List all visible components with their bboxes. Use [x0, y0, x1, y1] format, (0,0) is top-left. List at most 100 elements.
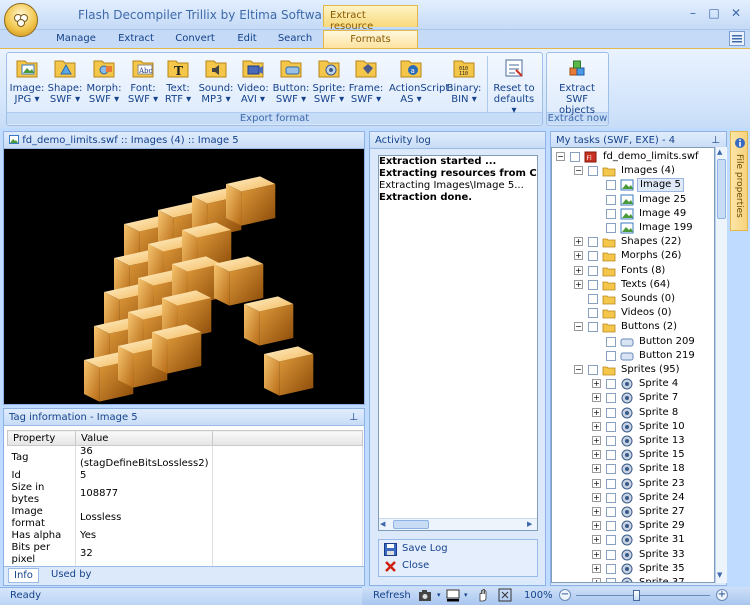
zoom-in-button[interactable]: + — [716, 589, 728, 601]
tree-item[interactable]: + Texts (64) — [552, 278, 714, 292]
expand-icon[interactable]: + — [592, 436, 601, 445]
tree-checkbox[interactable] — [606, 492, 616, 503]
tree-item[interactable]: + Sprite 27 — [552, 505, 714, 519]
tree-item[interactable]: + Shapes (22) — [552, 235, 714, 249]
tab-search[interactable]: Search — [272, 30, 318, 48]
table-row[interactable]: Image format Lossless — [7, 506, 363, 530]
tree-item[interactable]: Image 49 — [552, 207, 714, 221]
expand-icon[interactable]: + — [592, 563, 601, 573]
binary-format-button[interactable]: 010 110 Binary: BIN ▾ — [446, 56, 482, 114]
tree-checkbox[interactable] — [606, 223, 616, 233]
tree-checkbox[interactable] — [606, 450, 616, 461]
tree-item[interactable]: − Images (4) — [552, 164, 714, 178]
tree-item[interactable]: + Sprite 10 — [552, 420, 714, 434]
scroll-right-icon[interactable]: ▶ — [527, 520, 536, 529]
zoom-out-button[interactable]: − — [559, 589, 571, 601]
tree-item[interactable]: − Buttons (2) — [552, 320, 714, 334]
tree-checkbox[interactable] — [588, 308, 598, 319]
expand-icon[interactable]: + — [592, 421, 601, 431]
tree-item[interactable]: + Sprite 8 — [552, 406, 714, 420]
sound-format-button[interactable]: Sound: MP3 ▾ — [198, 56, 234, 114]
tab-convert[interactable]: Convert — [168, 30, 222, 48]
expand-icon[interactable]: + — [592, 492, 601, 502]
tree-checkbox[interactable] — [606, 208, 616, 219]
tree-item[interactable]: + Sprite 29 — [552, 519, 714, 533]
tree-checkbox[interactable] — [588, 322, 598, 333]
color-dropdown-icon[interactable]: ▾ — [464, 591, 468, 599]
tree-item[interactable]: + Sprite 35 — [552, 562, 714, 576]
tree-checkbox[interactable] — [606, 336, 616, 347]
tree-checkbox[interactable] — [606, 521, 616, 532]
shape-format-button[interactable]: Shape: SWF ▾ — [47, 56, 83, 114]
expand-icon[interactable]: + — [592, 549, 601, 559]
collapse-icon[interactable]: − — [574, 166, 583, 176]
tree-item[interactable]: Sounds (0) — [552, 292, 714, 306]
tree-item[interactable]: − Sprites (95) — [552, 363, 714, 377]
tree-item[interactable]: Button 219 — [552, 349, 714, 363]
tab-info[interactable]: Info — [8, 568, 39, 583]
tree-checkbox[interactable] — [588, 365, 598, 375]
maximize-button[interactable]: □ — [705, 6, 723, 22]
sprite-format-button[interactable]: Sprite: SWF ▾ — [311, 56, 347, 114]
tree-checkbox[interactable] — [606, 549, 616, 560]
tab-edit[interactable]: Edit — [228, 30, 266, 48]
tree-checkbox[interactable] — [606, 407, 616, 418]
reset-defaults-button[interactable]: Reset to defaults ▾ — [493, 56, 535, 116]
tab-formats[interactable]: Formats — [323, 30, 418, 48]
tree-checkbox[interactable] — [606, 464, 616, 475]
collapse-icon[interactable]: − — [574, 322, 583, 332]
tree-item[interactable]: + Sprite 23 — [552, 477, 714, 491]
log-horizontal-scrollbar[interactable]: ◀ ▶ — [379, 518, 537, 530]
tree-item[interactable]: Image 25 — [552, 193, 714, 207]
options-icon[interactable] — [729, 31, 745, 46]
tree-checkbox[interactable] — [570, 152, 580, 162]
tree-checkbox[interactable] — [606, 478, 616, 489]
refresh-button[interactable]: Refresh — [373, 590, 411, 601]
zoom-slider-track[interactable] — [576, 595, 710, 596]
fit-to-window-icon[interactable] — [498, 588, 512, 602]
application-menu-button[interactable] — [4, 3, 38, 37]
actionscript-format-button[interactable]: a ActionScript: AS ▾ — [389, 56, 453, 114]
table-row[interactable]: Id 5 — [7, 470, 363, 482]
tree-item[interactable]: + Sprite 4 — [552, 377, 714, 391]
tree-checkbox[interactable] — [588, 265, 598, 276]
tree-item[interactable]: + Sprite 7 — [552, 391, 714, 405]
tab-extract[interactable]: Extract — [110, 30, 162, 48]
tree-item[interactable]: Image 199 — [552, 221, 714, 235]
log-scroll-thumb[interactable] — [393, 520, 429, 529]
image-format-button[interactable]: Image: JPG ▾ — [9, 56, 45, 114]
button-format-button[interactable]: Button: SWF ▾ — [273, 56, 309, 114]
tree-scroll-thumb[interactable] — [717, 159, 726, 219]
tree-checkbox[interactable] — [606, 507, 616, 517]
tree-vertical-scrollbar[interactable]: ▲ ▼ — [715, 147, 727, 583]
scroll-down-icon[interactable]: ▼ — [717, 571, 722, 579]
tree-item[interactable]: + Sprite 24 — [552, 491, 714, 505]
collapse-icon[interactable]: − — [556, 152, 565, 161]
morph-format-button[interactable]: Morph: SWF ▾ — [86, 56, 122, 114]
column-header-property[interactable]: Property — [7, 430, 76, 446]
camera-dropdown-icon[interactable]: ▾ — [437, 591, 441, 599]
collapse-icon[interactable]: − — [574, 365, 583, 374]
camera-icon[interactable] — [418, 589, 432, 602]
tree-item[interactable]: + Sprite 15 — [552, 448, 714, 462]
tree-item[interactable]: Videos (0) — [552, 306, 714, 320]
expand-icon[interactable]: + — [592, 535, 601, 545]
expand-icon[interactable]: + — [592, 450, 601, 460]
expand-icon[interactable]: + — [592, 578, 601, 582]
expand-icon[interactable]: + — [592, 507, 601, 516]
tree-checkbox[interactable] — [588, 279, 598, 290]
text-format-button[interactable]: T Text: RTF ▾ — [160, 56, 196, 114]
extract-swf-objects-button[interactable]: Extract SWF objects — [559, 56, 595, 116]
tree-checkbox[interactable] — [588, 166, 598, 177]
expand-icon[interactable]: + — [592, 521, 601, 531]
tree-checkbox[interactable] — [606, 578, 616, 582]
hand-tool-icon[interactable] — [476, 588, 490, 602]
tree-item[interactable]: + Sprite 18 — [552, 462, 714, 476]
pin-icon[interactable]: ⊥ — [349, 412, 358, 423]
tree-item[interactable]: + Sprite 33 — [552, 548, 714, 562]
table-row[interactable]: Bits per pixel 32 — [7, 542, 363, 566]
frame-format-button[interactable]: Frame: SWF ▾ — [348, 56, 384, 114]
expand-icon[interactable]: + — [592, 407, 601, 417]
minimize-button[interactable]: – — [684, 6, 702, 22]
tab-manage[interactable]: Manage — [48, 30, 104, 48]
